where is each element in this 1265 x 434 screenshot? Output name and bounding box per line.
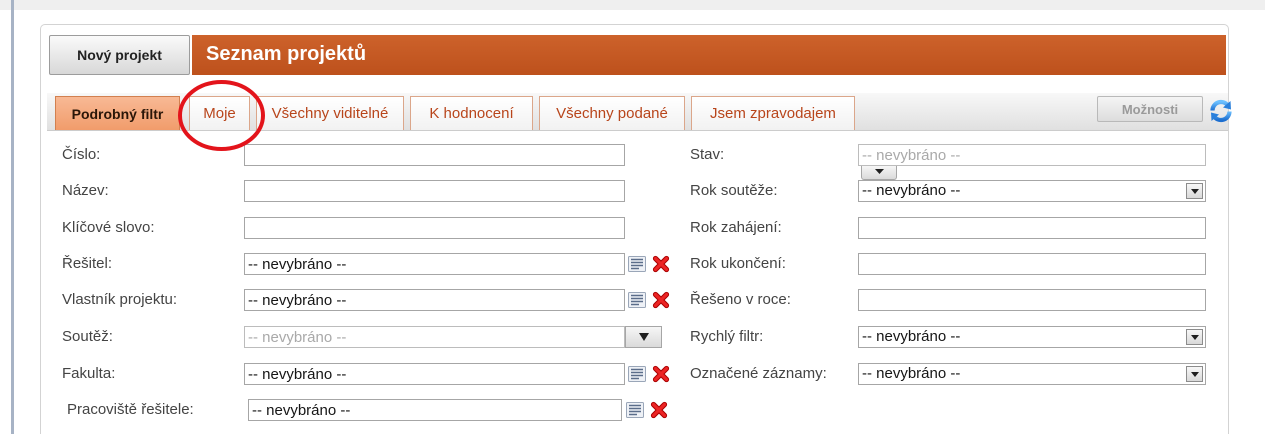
rok-souteze-value: -- nevybráno --	[862, 182, 961, 199]
cislo-input[interactable]	[244, 144, 625, 166]
rok-zahajeni-input[interactable]	[858, 217, 1206, 239]
chevron-down-icon[interactable]	[1186, 329, 1203, 345]
chevron-down-icon[interactable]	[1186, 366, 1203, 382]
page-title: Seznam projektů	[206, 43, 367, 65]
reseno-v-roce-label: Řešeno v roce:	[690, 291, 791, 308]
soutez-input[interactable]	[244, 326, 625, 348]
tab-detailed-filter[interactable]: Podrobný filtr	[55, 96, 180, 130]
keyword-label: Klíčové slovo:	[62, 219, 155, 236]
stav-dropdown-button[interactable]	[861, 166, 897, 180]
refresh-icon[interactable]	[1208, 98, 1234, 124]
rychly-filtr-value: -- nevybráno --	[862, 328, 961, 345]
left-edge-bar	[11, 0, 14, 434]
list-icon[interactable]	[628, 366, 646, 382]
tab-to-evaluate[interactable]: K hodnocení	[410, 96, 533, 130]
rok-zahajeni-label: Rok zahájení:	[690, 219, 782, 236]
rok-souteze-select[interactable]: -- nevybráno --	[858, 180, 1206, 202]
vlastnik-projektu-input[interactable]	[244, 289, 625, 311]
pracoviste-resitele-label: Pracoviště řešitele:	[67, 401, 194, 418]
oznacene-zaznamy-value: -- nevybráno --	[862, 365, 961, 382]
cislo-label: Číslo:	[62, 146, 101, 163]
chevron-down-icon	[638, 333, 649, 341]
list-icon[interactable]	[628, 292, 646, 308]
resitel-input[interactable]	[244, 253, 625, 275]
rok-ukonceni-label: Rok ukončení:	[690, 255, 786, 272]
tab-mine[interactable]: Moje	[189, 96, 250, 130]
fakulta-input[interactable]	[244, 363, 625, 385]
chevron-down-icon[interactable]	[1186, 183, 1203, 199]
clear-icon[interactable]	[652, 365, 670, 383]
options-button[interactable]: Možnosti	[1097, 96, 1203, 122]
resitel-label: Řešitel:	[62, 255, 113, 272]
tab-all-visible[interactable]: Všechny viditelné	[256, 96, 404, 130]
new-project-button[interactable]: Nový projekt	[49, 35, 190, 75]
soutez-label: Soutěž:	[62, 328, 113, 345]
fakulta-label: Fakulta:	[62, 365, 116, 382]
tab-rapporteur[interactable]: Jsem zpravodajem	[691, 96, 855, 130]
rychly-filtr-label: Rychlý filtr:	[690, 328, 764, 345]
chevron-down-icon	[875, 169, 884, 174]
title-bar: Seznam projektů	[192, 35, 1226, 75]
keyword-input[interactable]	[244, 217, 625, 239]
clear-icon[interactable]	[652, 255, 670, 273]
rok-ukonceni-input[interactable]	[858, 253, 1206, 275]
soutez-dropdown-button[interactable]	[625, 326, 662, 348]
pracoviste-resitele-input[interactable]	[248, 399, 622, 421]
nazev-label: Název:	[62, 182, 109, 199]
stav-label: Stav:	[690, 146, 725, 163]
nazev-input[interactable]	[244, 180, 625, 202]
reseno-v-roce-input[interactable]	[858, 289, 1206, 311]
rychly-filtr-select[interactable]: -- nevybráno --	[858, 326, 1206, 348]
oznacene-zaznamy-label: Označené záznamy:	[690, 365, 827, 382]
tab-all-submitted[interactable]: Všechny podané	[539, 96, 685, 130]
clear-icon[interactable]	[652, 291, 670, 309]
list-icon[interactable]	[628, 256, 646, 272]
vlastnik-projektu-label: Vlastník projektu:	[62, 291, 178, 308]
clear-icon[interactable]	[650, 401, 668, 419]
rok-souteze-label: Rok soutěže:	[690, 182, 778, 199]
list-icon[interactable]	[626, 402, 644, 418]
top-band	[0, 0, 1265, 10]
stav-input[interactable]	[858, 144, 1206, 166]
oznacene-zaznamy-select[interactable]: -- nevybráno --	[858, 363, 1206, 385]
